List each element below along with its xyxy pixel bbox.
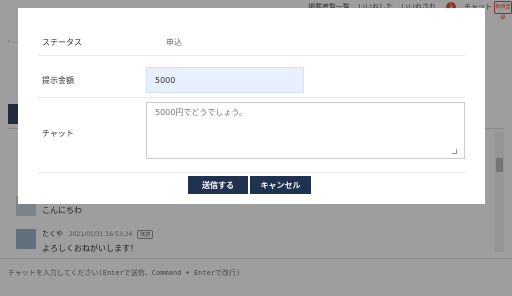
send-button[interactable]: 送信する	[188, 176, 248, 194]
cancel-button[interactable]: キャンセル	[250, 176, 311, 194]
status-label: ステータス	[42, 38, 82, 47]
amount-label: 提示金額	[42, 76, 74, 85]
chat-message-textarea[interactable]	[146, 102, 465, 159]
amount-field[interactable]	[146, 67, 304, 93]
status-value: 申込	[166, 38, 182, 47]
amount-row: 提示金額	[38, 56, 465, 98]
chat-row: チャット	[38, 98, 465, 173]
offer-modal: ステータス 申込 提示金額 チャット 送信する キャンセル	[18, 8, 485, 204]
chat-label: チャット	[42, 129, 74, 138]
resize-handle-icon[interactable]	[452, 149, 457, 154]
modal-actions: 送信する キャンセル	[188, 176, 311, 194]
status-row: ステータス 申込	[38, 18, 465, 56]
